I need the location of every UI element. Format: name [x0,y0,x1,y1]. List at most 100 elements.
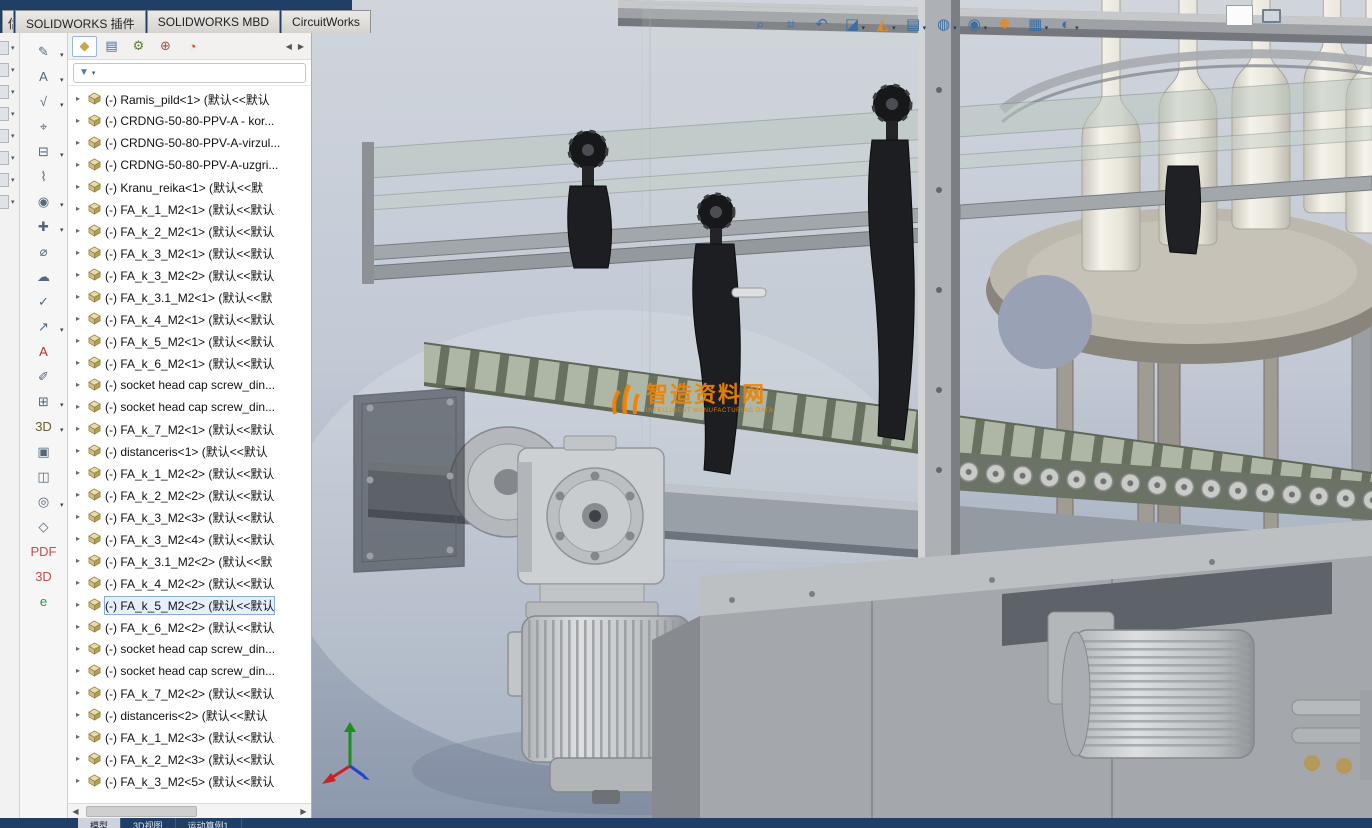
dropdown-arrow-icon[interactable]: ▾ [923,24,927,34]
dynamic-annotation-icon[interactable]: ◎ ▾ [22,489,66,514]
tab-solidworks-addins[interactable]: SOLIDWORKS 插件 [15,10,146,33]
zoom-to-area-icon[interactable]: ⌗ ▾ [781,15,807,35]
magnetic-line-icon[interactable]: ✚ ▾ [22,214,66,239]
surface-finish-icon[interactable]: √ ▾ [22,89,66,114]
tree-item[interactable]: ▸ (-) FA_k_7_M2<2> (默认<<默认 [68,682,311,704]
expand-arrow-icon[interactable]: ▸ [76,733,85,741]
balloon-icon[interactable]: ◉ ▾ [22,189,66,214]
view-orientation-icon[interactable]: ▤ ▾ [903,15,929,35]
publish-pdf-icon[interactable]: PDF ▾ [22,539,66,564]
tree-filter[interactable]: ▼ ▾ [73,63,306,83]
tree-item[interactable]: ▸ (-) socket head cap screw_din... [68,660,311,682]
dropdown-arrow-icon[interactable]: ▾ [60,101,64,109]
display-style-icon[interactable]: ◍ ▾ [933,15,959,35]
zoom-to-fit-icon[interactable]: ⌕ ▾ [750,15,776,35]
tree-item[interactable]: ▸ (-) Ramis_pild<1> (默认<<默认 [68,88,311,110]
expand-arrow-icon[interactable]: ▸ [76,535,85,543]
dropdown-arrow-icon[interactable]: ▾ [892,24,896,34]
capture-3d-view-icon[interactable]: ▣ ▾ [22,439,66,464]
clipped-tool-icon-4[interactable]: ▾ [0,107,19,121]
tree-item[interactable]: ▸ (-) FA_k_2_M2<2> (默认<<默认 [68,484,311,506]
clipped-tool-icon-1[interactable]: ▾ [0,41,19,55]
expand-arrow-icon[interactable]: ▸ [76,381,85,389]
expand-arrow-icon[interactable]: ▸ [76,271,85,279]
status-tab-motion-study[interactable]: 运动算例1 [176,818,242,828]
weld-symbol-icon[interactable]: ⌇ ▾ [22,164,66,189]
expand-arrow-icon[interactable]: ▸ [76,777,85,785]
expand-arrow-icon[interactable]: ▸ [76,315,85,323]
scrollbar-thumb[interactable] [86,805,197,817]
tree-item[interactable]: ▸ (-) CRDNG-50-80-PPV-A-uzgri... [68,154,311,176]
tree-item[interactable]: ▸ (-) Kranu_reika<1> (默认<<默 [68,176,311,198]
configurationmanager-tab[interactable]: ⚙ [126,36,151,57]
expand-arrow-icon[interactable]: ▸ [76,667,85,675]
tree-item[interactable]: ▸ (-) CRDNG-50-80-PPV-A-virzul... [68,132,311,154]
apply-scene-icon[interactable]: ▦ ▾ [1025,15,1051,35]
clipped-tool-icon-6[interactable]: ▾ [0,151,19,165]
tab-circuitworks[interactable]: CircuitWorks [281,10,371,33]
tree-horizontal-scrollbar[interactable]: ◀ ▶ [68,803,311,818]
expand-arrow-icon[interactable]: ▸ [76,337,85,345]
expand-arrow-icon[interactable]: ▸ [76,447,85,455]
expand-arrow-icon[interactable]: ▸ [76,579,85,587]
dropdown-arrow-icon[interactable]: ▾ [1075,24,1079,34]
dropdown-arrow-icon[interactable]: ▾ [60,501,64,509]
tree-item[interactable]: ▸ (-) FA_k_3.1_M2<2> (默认<<默 [68,550,311,572]
expand-arrow-icon[interactable]: ▸ [76,557,85,565]
tree-item[interactable]: ▸ (-) FA_k_1_M2<3> (默认<<默认 [68,726,311,748]
tree-item[interactable]: ▸ (-) FA_k_7_M2<1> (默认<<默认 [68,418,311,440]
clean-screen-icon[interactable]: ◇ ▾ [22,514,66,539]
format-text-icon[interactable]: A ▾ [22,339,66,364]
clipped-tool-icon-7[interactable]: ▾ [0,173,19,187]
featuremanager-tab[interactable]: ◆ [72,35,97,57]
expand-arrow-icon[interactable]: ▸ [76,755,85,763]
tree-item[interactable]: ▸ (-) FA_k_6_M2<2> (默认<<默认 [68,616,311,638]
tree-item[interactable]: ▸ (-) FA_k_6_M2<1> (默认<<默认 [68,352,311,374]
3d-view-icon[interactable]: 3D ▾ [22,414,66,439]
expand-arrow-icon[interactable]: ▸ [76,227,85,235]
expand-arrow-icon[interactable]: ▸ [76,645,85,653]
tree-item[interactable]: ▸ (-) socket head cap screw_din... [68,638,311,660]
clipped-tool-icon-2[interactable]: ▾ [0,63,19,77]
scroll-left-icon[interactable]: ◀ [68,807,83,816]
tree-item[interactable]: ▸ (-) FA_k_5_M2<2> (默认<<默认 [68,594,311,616]
clipped-tool-icon-3[interactable]: ▾ [0,85,19,99]
tables-icon[interactable]: ⊞ ▾ [22,389,66,414]
task-pane-icon[interactable] [1226,5,1253,26]
tree-item[interactable]: ▸ (-) CRDNG-50-80-PPV-A - kor... [68,110,311,132]
tree-item[interactable]: ▸ (-) FA_k_3.1_M2<1> (默认<<默 [68,286,311,308]
tree-item[interactable]: ▸ (-) FA_k_3_M2<5> (默认<<默认 [68,770,311,792]
expand-arrow-icon[interactable]: ▸ [76,139,85,147]
expand-arrow-icon[interactable]: ▸ [76,117,85,125]
publish-3d-pdf-icon[interactable]: 3D ▾ [22,564,66,589]
previous-view-icon[interactable]: ↶ ▾ [811,15,837,35]
expand-arrow-icon[interactable]: ▸ [76,425,85,433]
scroll-right-icon[interactable]: ▶ [296,807,311,816]
clipped-tool-icon-5[interactable]: ▾ [0,129,19,143]
tree-item[interactable]: ▸ (-) FA_k_3_M2<4> (默认<<默认 [68,528,311,550]
dropdown-arrow-icon[interactable]: ▾ [953,24,957,34]
expand-arrow-icon[interactable]: ▸ [76,689,85,697]
expand-arrow-icon[interactable]: ▸ [76,183,85,191]
view-settings-icon[interactable]: ◐ ▾ [1055,15,1081,35]
tree-item[interactable]: ▸ (-) FA_k_3_M2<3> (默认<<默认 [68,506,311,528]
expand-arrow-icon[interactable]: ▸ [76,205,85,213]
dropdown-arrow-icon[interactable]: ▾ [60,201,64,209]
dropdown-arrow-icon[interactable]: ▾ [60,51,64,59]
expand-arrow-icon[interactable]: ▸ [76,513,85,521]
expand-arrow-icon[interactable]: ▸ [76,359,85,367]
expand-arrow-icon[interactable]: ▸ [76,623,85,631]
note-icon[interactable]: A ▾ [22,64,66,89]
format-painter-icon[interactable]: ✐ ▾ [22,364,66,389]
edit-appearance-icon[interactable]: ❖ ▾ [994,15,1020,35]
expand-arrow-icon[interactable]: ▸ [76,491,85,499]
dropdown-arrow-icon[interactable]: ▾ [60,76,64,84]
tabs-scroll-right-icon[interactable]: ▶ [295,42,307,51]
hole-callout-icon[interactable]: ⌀ ▾ [22,239,66,264]
expand-arrow-icon[interactable]: ▸ [76,293,85,301]
smart-dimension-icon[interactable]: ↗ ▾ [22,314,66,339]
dropdown-arrow-icon[interactable]: ▾ [60,326,64,334]
tree-item[interactable]: ▸ (-) FA_k_5_M2<1> (默认<<默认 [68,330,311,352]
dropdown-arrow-icon[interactable]: ▾ [60,151,64,159]
status-tab-3d-views[interactable]: 3D视图 [121,818,176,828]
